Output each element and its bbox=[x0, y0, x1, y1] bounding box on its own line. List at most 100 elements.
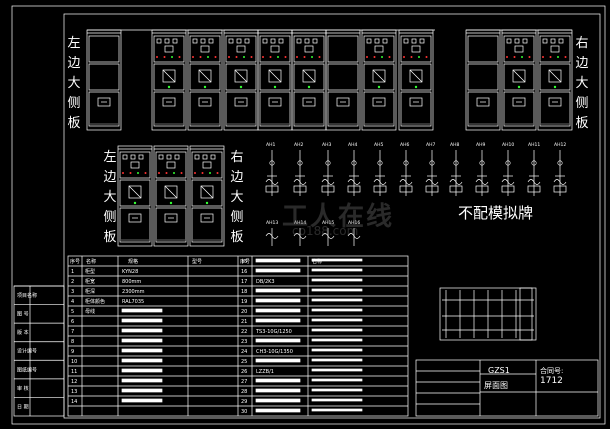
display bbox=[166, 161, 176, 169]
meter bbox=[278, 38, 284, 44]
meter bbox=[270, 38, 276, 44]
sld-code-11: AH11 bbox=[528, 142, 540, 148]
strip-label-5: 图纸编号 bbox=[17, 366, 37, 373]
spec-right-no: 23 bbox=[241, 339, 247, 345]
cabinet-top-11 bbox=[501, 29, 537, 131]
sld-code-12: AH12 bbox=[554, 142, 566, 148]
status-light bbox=[273, 85, 277, 89]
spec-right-no: 28 bbox=[241, 389, 247, 395]
strip-label-7: 日 期 bbox=[17, 404, 29, 410]
indicator-light bbox=[262, 56, 264, 58]
spec-right-desc bbox=[311, 258, 363, 262]
meter bbox=[403, 38, 409, 44]
spec-right-desc bbox=[311, 378, 363, 382]
spec-right-no: 17 bbox=[241, 279, 247, 285]
strip-label-1: 项目名称 bbox=[17, 292, 37, 299]
indicator-light bbox=[381, 56, 383, 58]
indicator-light bbox=[311, 56, 313, 58]
spec-left-bar bbox=[121, 368, 163, 373]
spec-header-2: 名称 bbox=[86, 258, 96, 265]
spec-right-value: DB/2K3 bbox=[256, 279, 275, 285]
display bbox=[130, 161, 140, 169]
spec-left-no: 14 bbox=[71, 399, 77, 405]
instrument-compartment bbox=[327, 35, 359, 63]
cabinet-top-3 bbox=[187, 29, 223, 131]
indicator-light bbox=[180, 172, 183, 174]
breaker-diag bbox=[128, 185, 142, 199]
meter bbox=[166, 154, 172, 160]
spec-left-value: RAL7035 bbox=[122, 299, 144, 305]
left-side-panel-label-top: 左边大侧板 bbox=[67, 36, 81, 131]
meter bbox=[382, 38, 388, 44]
spec-header-1: 序号 bbox=[70, 258, 80, 265]
breaker-diag bbox=[548, 69, 562, 83]
cable-compartment bbox=[293, 91, 325, 127]
sld-code-3: AH3 bbox=[322, 142, 331, 148]
spec-right-bar bbox=[255, 378, 301, 383]
cable-compartment bbox=[467, 91, 499, 127]
side-view-panel bbox=[519, 287, 533, 341]
meter bbox=[506, 38, 512, 44]
indicator-light bbox=[425, 56, 428, 58]
spec-right-desc bbox=[311, 338, 363, 342]
indicator-light bbox=[228, 56, 230, 58]
indicator-light bbox=[216, 172, 219, 174]
meter bbox=[210, 154, 216, 160]
spec-right-desc bbox=[311, 298, 363, 302]
spec-left-no: 6 bbox=[71, 319, 74, 325]
spec-right-bar bbox=[255, 388, 301, 393]
spec-left-bar bbox=[121, 318, 163, 323]
spec-left-bar bbox=[121, 358, 163, 363]
indicator-light bbox=[199, 56, 202, 58]
indicator-light bbox=[403, 56, 405, 58]
spec-right-no: 29 bbox=[241, 399, 247, 405]
indicator-light bbox=[277, 56, 279, 58]
meter bbox=[244, 38, 250, 44]
indicator-light bbox=[542, 56, 544, 58]
breaker-diag bbox=[198, 69, 212, 83]
cabinet-top-5 bbox=[257, 29, 293, 131]
status-light bbox=[517, 85, 521, 89]
spec-right-no: 22 bbox=[241, 329, 247, 335]
cable-compartment bbox=[88, 91, 120, 127]
meter bbox=[202, 154, 208, 160]
cabinet-mid-2 bbox=[153, 145, 189, 247]
spec-right-no: 30 bbox=[241, 409, 247, 415]
left-side-panel-label-mid: 左边大侧板 bbox=[103, 150, 117, 245]
cabinet-top-7 bbox=[325, 29, 361, 131]
sld-code-9: AH9 bbox=[476, 142, 485, 148]
meter bbox=[411, 38, 417, 44]
display bbox=[202, 161, 212, 169]
cabinet-mid-1 bbox=[117, 145, 153, 247]
indicator-light bbox=[521, 56, 523, 58]
meter bbox=[228, 38, 234, 44]
no-mimic-panel-note: 不配模拟牌 bbox=[458, 204, 534, 222]
meter bbox=[192, 38, 198, 44]
spec-right-value: LZZB/1 bbox=[256, 369, 274, 375]
cabinet-top-12 bbox=[537, 29, 573, 131]
right-side-panel-label-top: 右边大侧板 bbox=[575, 36, 589, 131]
indicator-light bbox=[373, 56, 376, 58]
cabinet-mid-3 bbox=[189, 145, 225, 247]
sld-code-7: AH7 bbox=[426, 142, 435, 148]
status-light bbox=[307, 85, 311, 89]
display bbox=[304, 45, 314, 53]
indicator-light bbox=[214, 56, 217, 58]
meter bbox=[156, 38, 162, 44]
spec-left-no: 8 bbox=[71, 339, 74, 345]
cabinet-top-1 bbox=[86, 29, 122, 131]
indicator-light bbox=[513, 56, 516, 58]
spec-left-no: 3 bbox=[71, 289, 74, 295]
spec-left-no: 10 bbox=[71, 359, 77, 365]
indicator-light bbox=[506, 56, 508, 58]
spec-header-4: 型号 bbox=[192, 258, 202, 265]
meter bbox=[262, 38, 268, 44]
display bbox=[164, 45, 174, 53]
spec-left-value: KYN28 bbox=[122, 269, 138, 275]
cabinet-top-2 bbox=[151, 29, 187, 131]
cable-compartment bbox=[191, 207, 223, 243]
indicator-light bbox=[418, 56, 420, 58]
spec-left-bar bbox=[121, 328, 163, 333]
spec-left-no: 12 bbox=[71, 379, 77, 385]
spec-left-bar bbox=[121, 388, 163, 393]
